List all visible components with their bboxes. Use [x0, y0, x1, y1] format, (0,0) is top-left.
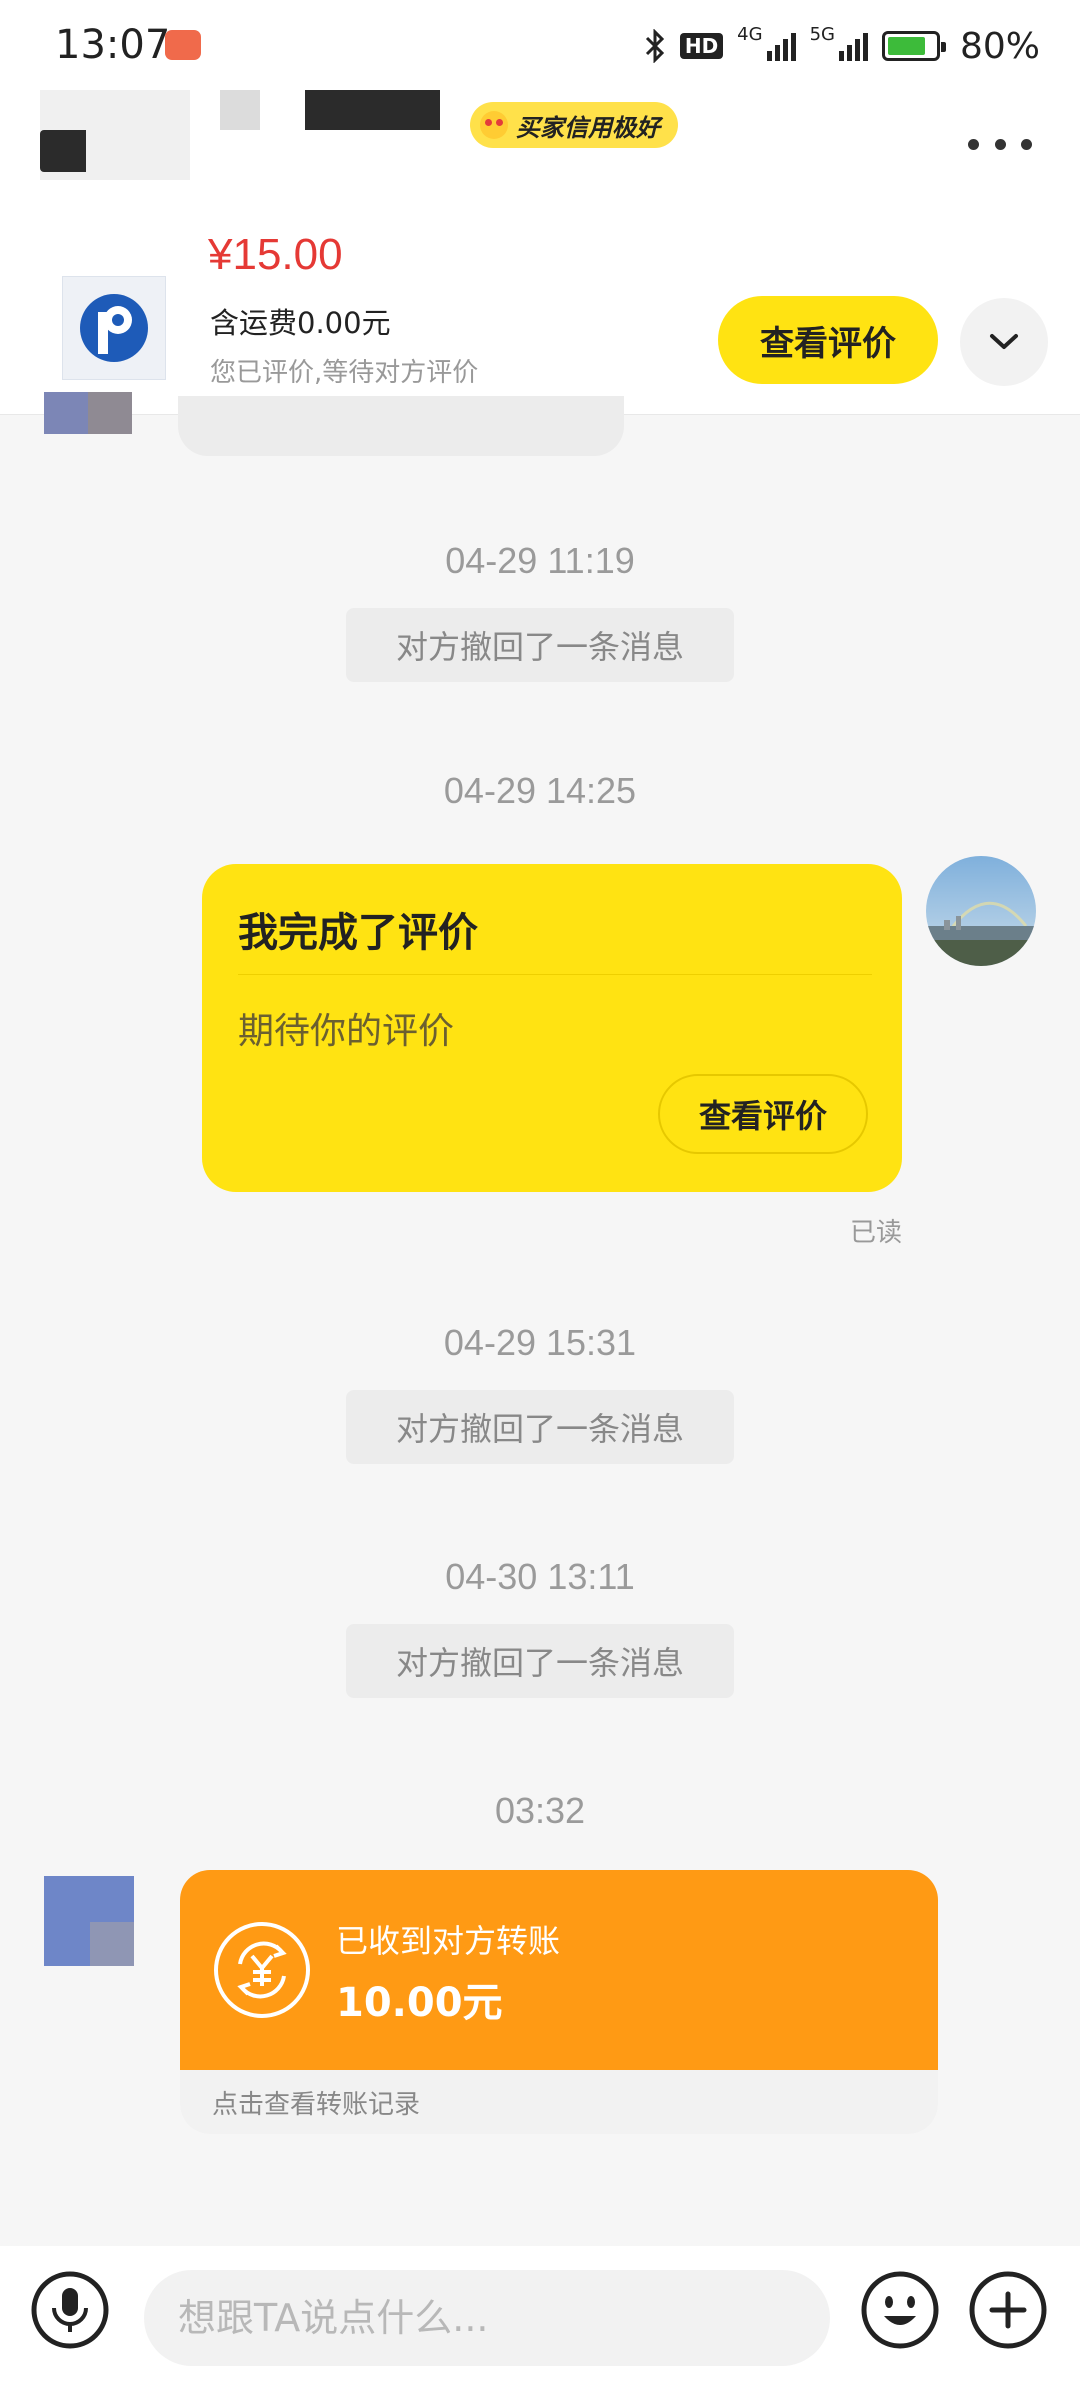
product-summary-card[interactable]: ¥15.00 含运费0.00元 您已评价,等待对方评价 查看评价 [0, 200, 1080, 415]
expand-product-button[interactable] [960, 298, 1048, 386]
more-actions-button[interactable] [968, 2270, 1048, 2350]
message-bubble-partial[interactable] [178, 396, 624, 456]
message-timestamp: 04-29 14:25 [443, 770, 637, 811]
status-time: 13:07 [55, 22, 171, 68]
yuan-transfer-icon [214, 1922, 310, 2018]
transfer-amount: 10.00元 [336, 1980, 503, 2026]
credit-badge-label: 买家信用极好 [516, 113, 660, 142]
signal-strength-icon-2 [838, 31, 868, 61]
message-input-bar [0, 2246, 1080, 2400]
chat-message-list[interactable]: 04-29 11:19 对方撤回了一条消息 04-29 14:25 我完成了评价… [0, 392, 1080, 2246]
view-review-button[interactable]: 查看评价 [718, 296, 938, 384]
plus-icon [969, 2271, 1047, 2349]
more-dot [1021, 138, 1032, 150]
review-card-title: 我完成了评价 [238, 910, 478, 956]
review-completed-card[interactable]: 我完成了评价 期待你的评价 查看评价 [202, 864, 902, 1192]
divider [238, 974, 872, 975]
status-bar: 13:07 HD 4G 5G 80% [0, 0, 1080, 90]
product-logo-icon [80, 294, 148, 362]
message-input[interactable] [144, 2270, 830, 2366]
product-price: ¥15.00 [208, 230, 343, 279]
network-type-label-2: 5G [809, 23, 835, 45]
bluetooth-icon [645, 29, 664, 63]
message-timestamp: 04-30 13:11 [445, 1556, 635, 1597]
star-eyes-emoji-icon [480, 111, 508, 139]
chevron-down-icon [990, 334, 1018, 349]
hd-voice-icon: HD [679, 33, 724, 59]
transfer-label: 已收到对方转账 [336, 1922, 561, 1960]
transfer-card-footer[interactable]: 点击查看转账记录 [180, 2070, 938, 2134]
blurred-username [40, 90, 440, 180]
microphone-icon [31, 2271, 109, 2349]
product-thumbnail[interactable] [62, 276, 166, 380]
emoji-button[interactable] [860, 2270, 940, 2350]
transfer-card-header: 已收到对方转账 10.00元 [180, 1870, 938, 2070]
app-notification-icon [165, 30, 201, 60]
message-timestamp: 04-29 15:31 [443, 1322, 637, 1363]
other-user-avatar[interactable] [44, 1876, 134, 1966]
transfer-received-card[interactable]: 已收到对方转账 10.00元 点击查看转账记录 [180, 1870, 938, 2134]
my-avatar[interactable] [926, 856, 1036, 966]
smiley-icon [861, 2271, 939, 2349]
message-timestamp: 04-29 11:19 [445, 540, 635, 581]
review-card-body: 期待你的评价 [238, 1011, 455, 1052]
read-receipt: 已读 [850, 1218, 903, 1248]
landscape-avatar-image [926, 856, 1036, 966]
battery-percent: 80% [959, 25, 1040, 67]
network-type-label: 4G [737, 23, 763, 45]
review-card-view-button[interactable]: 查看评价 [658, 1074, 868, 1154]
shipping-fee: 含运费0.00元 [210, 306, 391, 340]
recalled-message-notice: 对方撤回了一条消息 [346, 1624, 734, 1698]
chat-header: 买家信用极好 [0, 90, 1080, 200]
battery-icon [881, 31, 946, 61]
review-status-text: 您已评价,等待对方评价 [210, 358, 479, 388]
voice-input-button[interactable] [30, 2270, 110, 2350]
recalled-message-notice: 对方撤回了一条消息 [346, 1390, 734, 1464]
buyer-credit-badge: 买家信用极好 [470, 102, 678, 148]
more-options-button[interactable] [960, 122, 1040, 166]
message-timestamp: 03:32 [494, 1790, 586, 1831]
signal-strength-icon [766, 31, 796, 61]
other-user-avatar[interactable] [44, 392, 132, 440]
view-transfer-record-link[interactable]: 点击查看转账记录 [212, 2084, 420, 2121]
recalled-message-notice: 对方撤回了一条消息 [346, 608, 734, 682]
status-indicators: HD 4G 5G 80% [644, 24, 1040, 68]
more-dot [994, 138, 1006, 150]
more-dot [968, 138, 979, 150]
